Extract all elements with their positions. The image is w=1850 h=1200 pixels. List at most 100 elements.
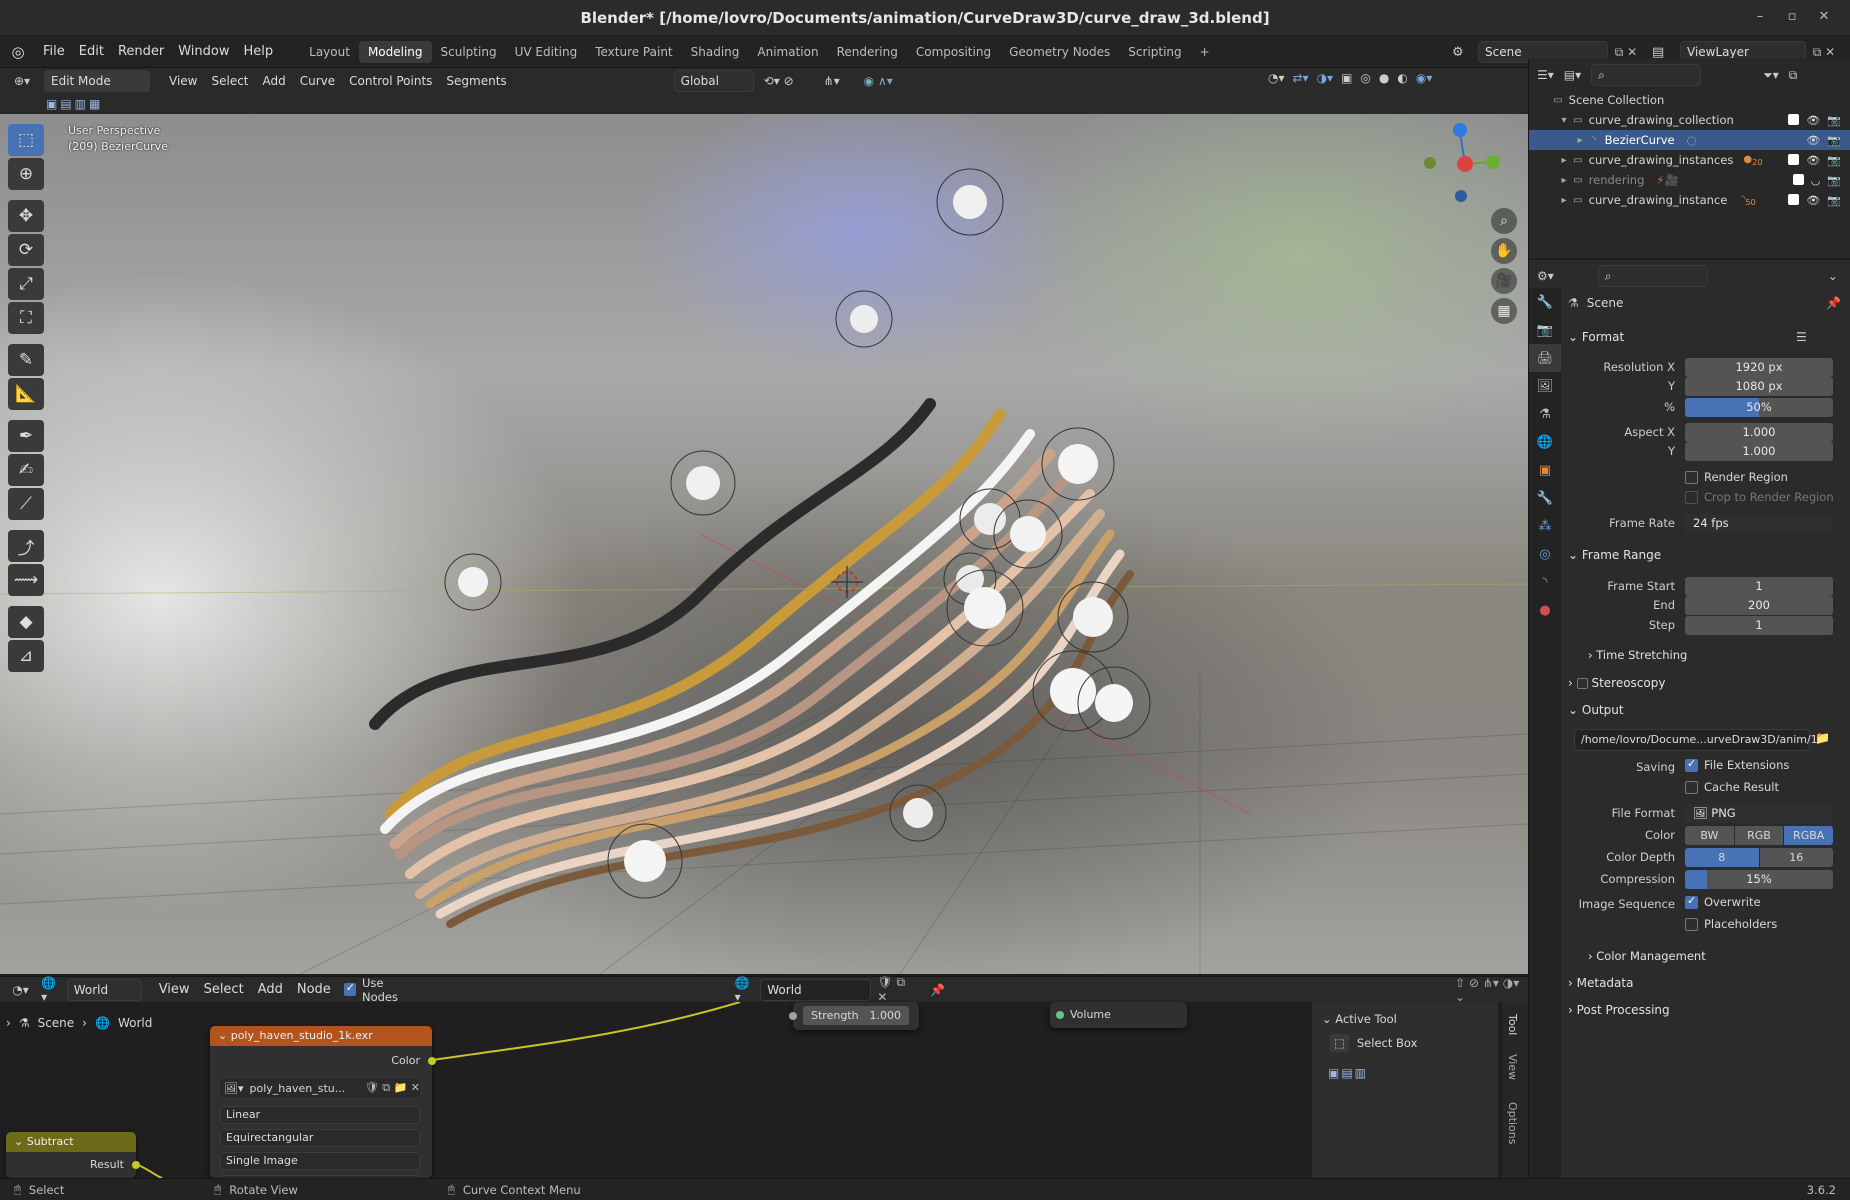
camera-icon[interactable]: 📷	[1827, 174, 1841, 187]
perspective-toggle-icon[interactable]: ▦	[1491, 298, 1517, 324]
menu-segments[interactable]: Segments	[439, 74, 513, 88]
outliner-item-curve-drawing-instances[interactable]: ▸ ▭ curve_drawing_instances ●20 👁 📷	[1529, 150, 1850, 170]
object-tab-icon[interactable]: ▣	[1529, 456, 1561, 484]
crop-region-checkbox[interactable]: Crop to Render Region	[1685, 490, 1834, 504]
eye-closed-icon[interactable]: ◡	[1811, 174, 1821, 187]
node-menu-select[interactable]: Select	[197, 982, 251, 997]
node-editor-canvas[interactable]: › ⚗ Scene › 🌐 World ⌄ poly_haven_studio_1k.ex…	[0, 1002, 1528, 1181]
tab-texture-paint[interactable]: Texture Paint	[586, 41, 681, 63]
tab-layout[interactable]: Layout	[300, 41, 359, 63]
physics-tab-icon[interactable]: ◎	[1529, 540, 1561, 568]
modifier-tab-icon[interactable]: 🔧	[1529, 484, 1561, 512]
outliner-item-rendering[interactable]: ▸ ▭ rendering ⚡🎥 ◡ 📷	[1529, 170, 1850, 190]
scene-icon[interactable]: ⚙	[1452, 45, 1478, 60]
node-menu-node[interactable]: Node	[290, 982, 338, 997]
tab-shading[interactable]: Shading	[682, 41, 749, 63]
color-bw-option[interactable]: BW	[1685, 826, 1734, 845]
tab-compositing[interactable]: Compositing	[907, 41, 1000, 63]
blender-logo-icon[interactable]: ◎	[0, 43, 36, 61]
camera-icon[interactable]: 📷	[1827, 194, 1841, 207]
subtract-result-socket[interactable]	[132, 1161, 140, 1169]
gizmo-icon[interactable]: ⇄▾	[1293, 71, 1309, 85]
depth-16-option[interactable]: 16	[1759, 848, 1833, 867]
frame-range-panel-header[interactable]: ⌄ Frame Range	[1568, 548, 1661, 562]
solid-shading-icon[interactable]: ●	[1379, 71, 1389, 85]
select-box-tool[interactable]: ⬚ Select Box	[1330, 1034, 1417, 1052]
tilt-tool-icon[interactable]: ⟋	[8, 488, 44, 520]
close-window-button[interactable]: ✕	[1814, 9, 1834, 24]
select-box-tool-icon[interactable]: ⬚	[8, 124, 44, 156]
expand-arrow-icon[interactable]: ▸	[1557, 155, 1571, 166]
add-workspace-icon[interactable]: +	[1191, 41, 1219, 63]
sidebar-tab-options[interactable]: Options	[1506, 1102, 1519, 1144]
render-tab-icon[interactable]: 📷	[1529, 316, 1561, 344]
stereoscopy-panel-header[interactable]: › Stereoscopy	[1568, 676, 1665, 690]
projection-select[interactable]: Equirectangular	[220, 1129, 420, 1147]
environment-texture-node[interactable]: ⌄ poly_haven_studio_1k.exr Color 🖼▾ poly_…	[210, 1026, 436, 1181]
properties-search-input[interactable]: ⌕	[1597, 265, 1708, 287]
env-color-output-socket[interactable]	[428, 1057, 436, 1065]
pen-tool-icon[interactable]: ✍	[8, 454, 44, 486]
navigation-gizmo-icon[interactable]	[1424, 123, 1500, 202]
frame-step-field[interactable]: 1	[1685, 616, 1833, 635]
camera-icon[interactable]: 📷	[1827, 134, 1841, 147]
new-collection-icon[interactable]: ⧉	[1789, 68, 1798, 83]
exclude-checkbox[interactable]	[1788, 193, 1800, 205]
format-panel-header[interactable]: ⌄ Format	[1568, 330, 1624, 344]
tab-sculpting[interactable]: Sculpting	[432, 41, 506, 63]
mode-select[interactable]: Edit Mode	[44, 70, 150, 92]
metadata-panel-header[interactable]: › Metadata	[1568, 976, 1633, 990]
frame-rate-select[interactable]: 24 fps	[1685, 514, 1833, 533]
compression-slider[interactable]: 15%	[1685, 870, 1833, 889]
image-actions-icon[interactable]: 🛡 ⧉ 📁 ✕	[365, 1081, 420, 1095]
exclude-checkbox[interactable]	[1788, 113, 1800, 125]
shader-type-select[interactable]: World	[66, 978, 143, 1001]
image-source-select[interactable]: Single Image	[220, 1152, 420, 1170]
scale-tool-icon[interactable]: ⤢	[8, 268, 44, 300]
pan-hand-icon[interactable]: ✋	[1491, 238, 1517, 264]
render-region-checkbox[interactable]: Render Region	[1685, 470, 1788, 484]
strength-input-socket[interactable]	[789, 1012, 797, 1020]
output-path-input[interactable]: /home/lovro/Docume...urveDraw3D/anim/1/	[1574, 729, 1821, 751]
snap-icon[interactable]: ⋔▾	[824, 74, 864, 88]
resolution-y-field[interactable]: 1080 px	[1685, 377, 1833, 396]
tab-uv-editing[interactable]: UV Editing	[506, 41, 587, 63]
active-tool-panel-header[interactable]: ⌄ Active Tool	[1322, 1012, 1397, 1026]
radius-tool-icon[interactable]: ⟿	[8, 564, 44, 596]
menu-select[interactable]: Select	[204, 74, 255, 88]
presets-icon[interactable]: ☰	[1796, 330, 1807, 344]
camera-icon[interactable]: 📷	[1827, 154, 1841, 167]
menu-file[interactable]: File	[36, 44, 72, 59]
transform-orientation-select[interactable]: Global	[673, 70, 754, 92]
options-chevron-icon[interactable]: ⌄	[1828, 269, 1838, 283]
filter-icon[interactable]: ⏷▾	[1763, 68, 1779, 83]
overwrite-checkbox[interactable]: Overwrite	[1685, 894, 1761, 909]
menu-help[interactable]: Help	[237, 44, 281, 59]
aspect-x-field[interactable]: 1.000	[1685, 423, 1833, 442]
node-editor-type-icon[interactable]: ◔▾	[0, 983, 41, 997]
background-node[interactable]: Strength 1.000	[789, 1002, 919, 1030]
transform-tool-icon[interactable]: ⛶	[8, 302, 44, 334]
node-header-tools-icon[interactable]: ⇧ ⊘ ⋔▾ ◑▾ ⌄	[1455, 976, 1528, 1004]
time-stretching-subpanel[interactable]: › Time Stretching	[1588, 648, 1687, 662]
depth-8-option[interactable]: 8	[1685, 848, 1759, 867]
expand-arrow-icon[interactable]: ▸	[1557, 195, 1571, 206]
tab-modeling[interactable]: Modeling	[358, 40, 432, 63]
color-rgb-option[interactable]: RGB	[1734, 826, 1784, 845]
camera-icon[interactable]: 📷	[1827, 114, 1841, 127]
annotate-tool-icon[interactable]: ✎	[8, 344, 44, 376]
menu-view[interactable]: View	[162, 74, 204, 88]
resolution-x-field[interactable]: 1920 px	[1685, 358, 1833, 377]
xray-icon[interactable]: ▣	[1341, 71, 1352, 85]
cache-result-checkbox[interactable]: Cache Result	[1685, 780, 1779, 794]
placeholders-checkbox[interactable]: Placeholders	[1685, 917, 1777, 931]
minimize-button[interactable]: –	[1750, 9, 1770, 24]
world-output-node[interactable]: Volume	[1050, 1002, 1187, 1028]
rendered-shading-icon[interactable]: ◉▾	[1416, 71, 1433, 85]
menu-control-points[interactable]: Control Points	[342, 74, 439, 88]
expand-arrow-icon[interactable]: ▸	[1557, 175, 1571, 186]
expand-arrow-icon[interactable]: ▸	[1573, 135, 1587, 146]
eye-icon[interactable]: 👁	[1806, 114, 1820, 127]
tab-animation[interactable]: Animation	[748, 41, 827, 63]
aspect-y-field[interactable]: 1.000	[1685, 442, 1833, 461]
